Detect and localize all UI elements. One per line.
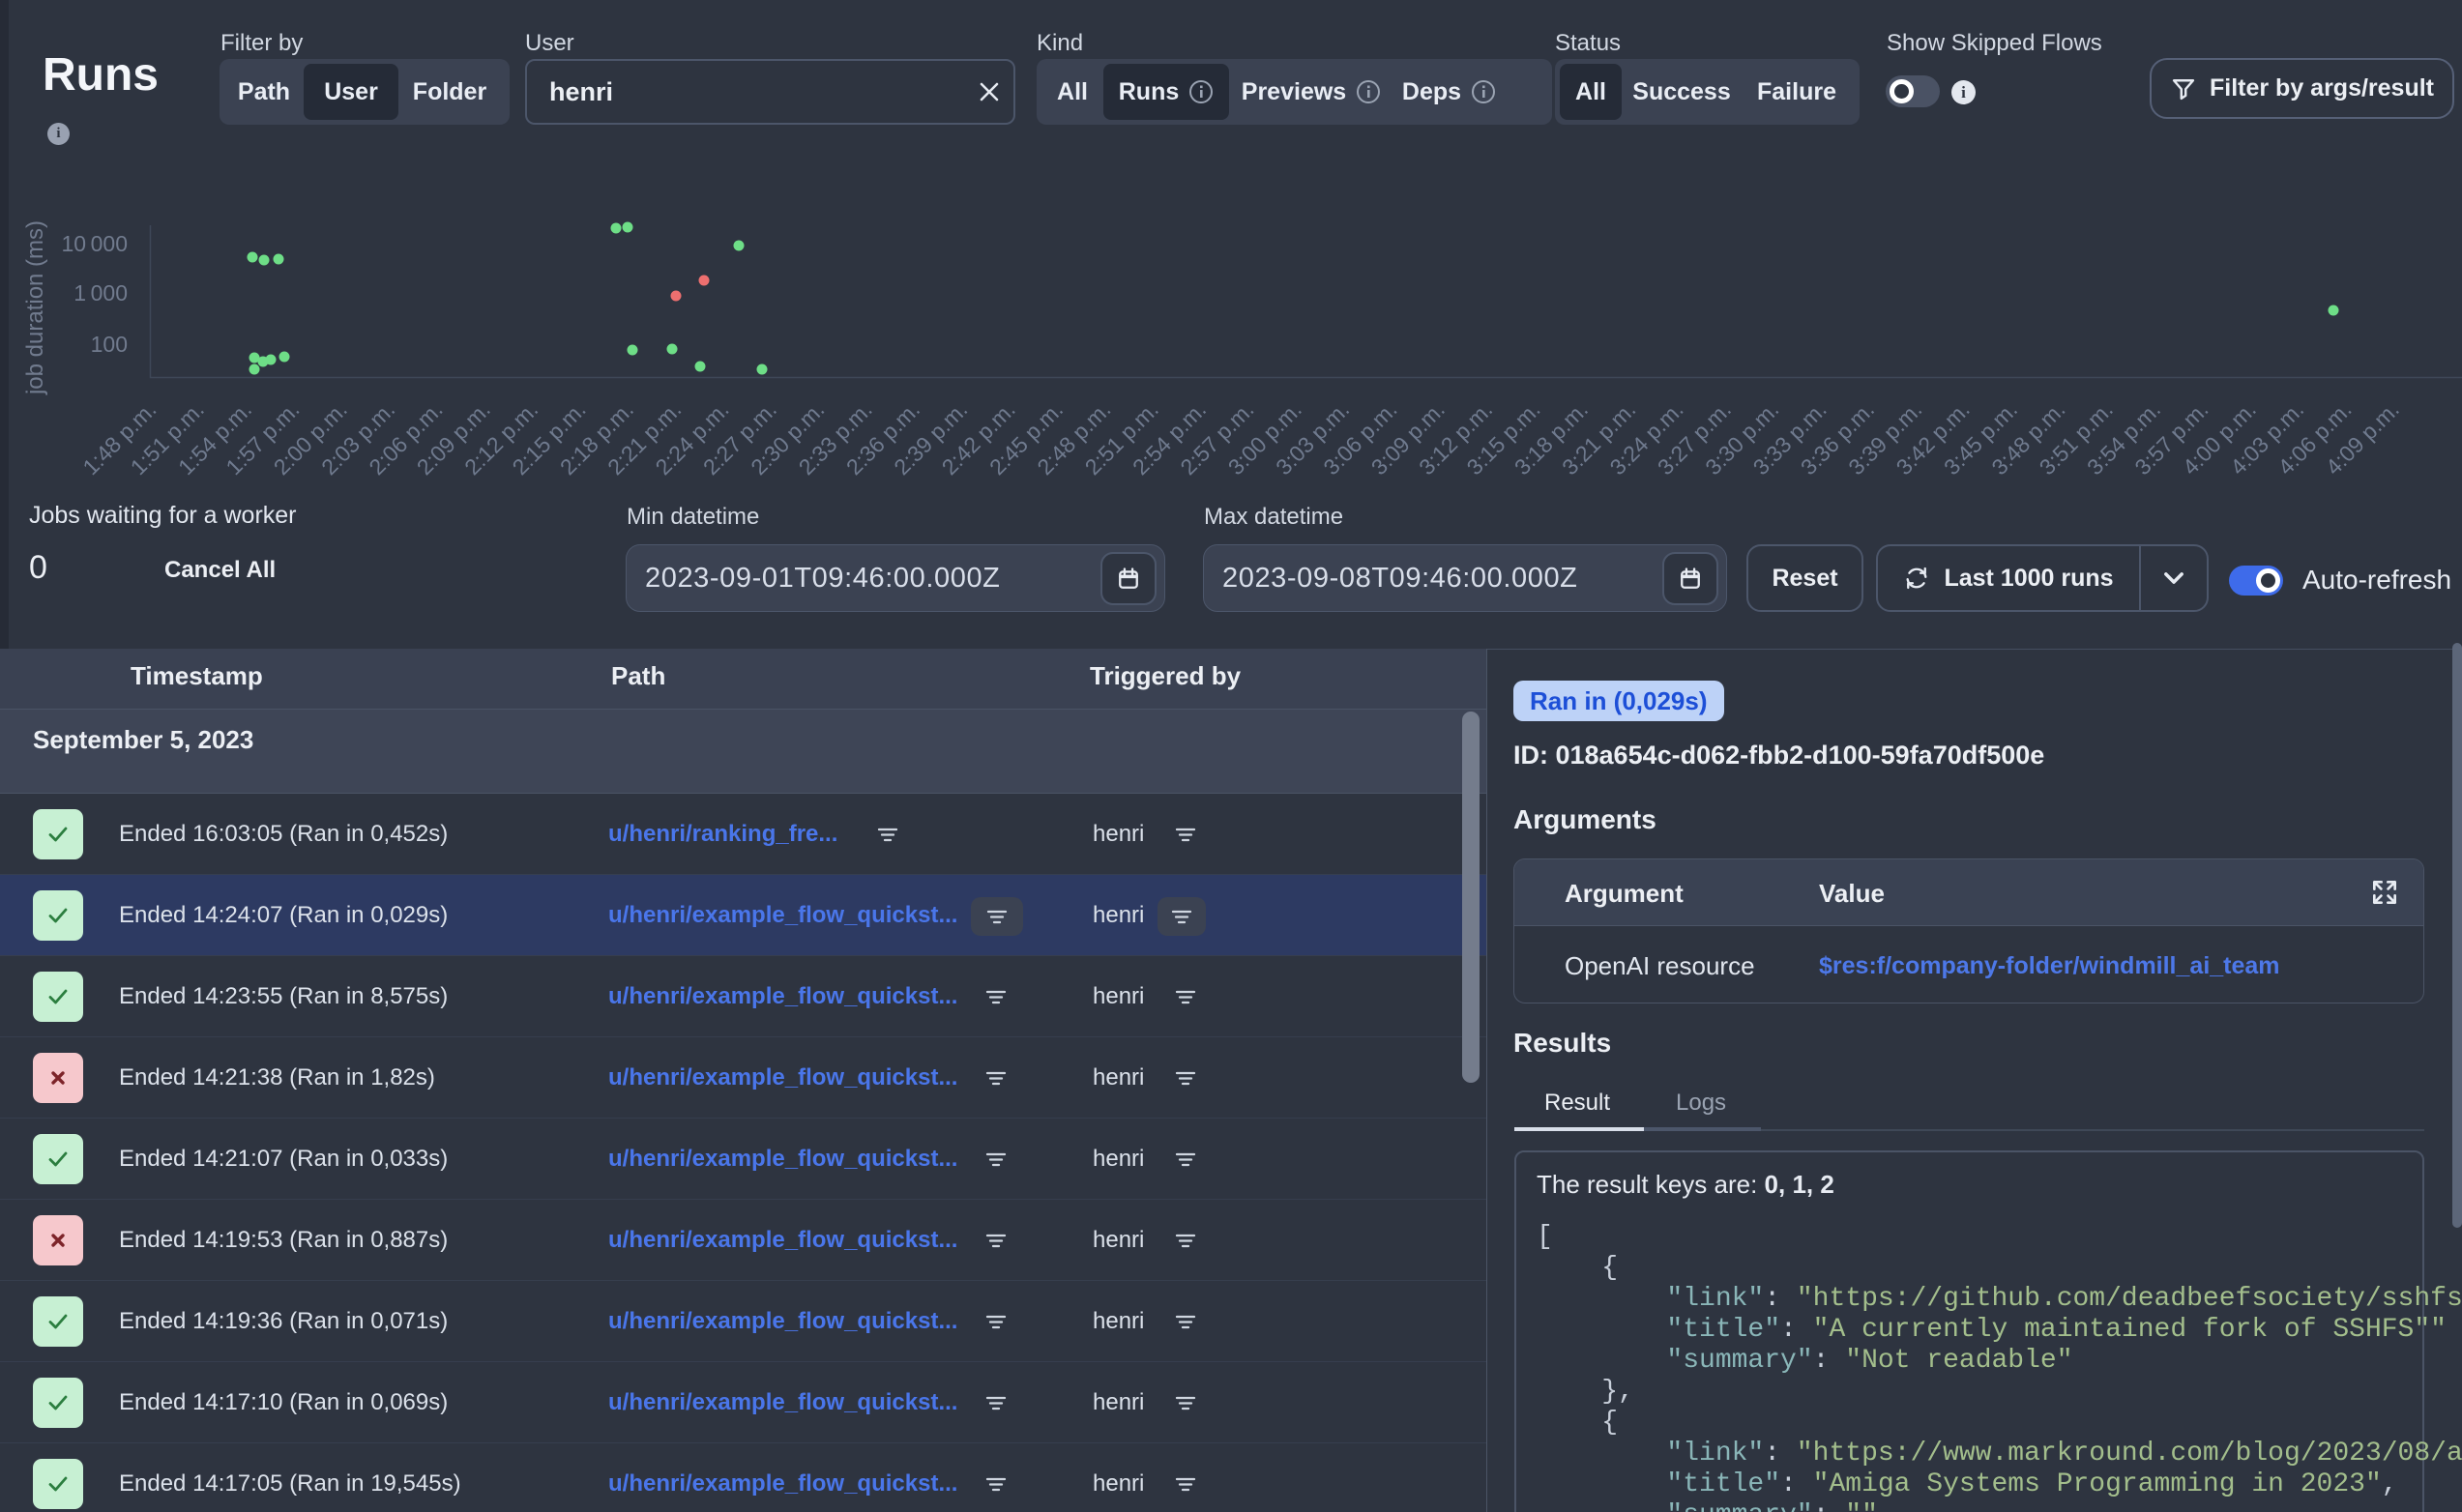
svg-text:1 000: 1 000 (73, 280, 128, 305)
svg-text:10 000: 10 000 (61, 231, 128, 256)
svg-text:job duration (ms): job duration (ms) (22, 220, 48, 395)
svg-text:100: 100 (91, 332, 128, 357)
